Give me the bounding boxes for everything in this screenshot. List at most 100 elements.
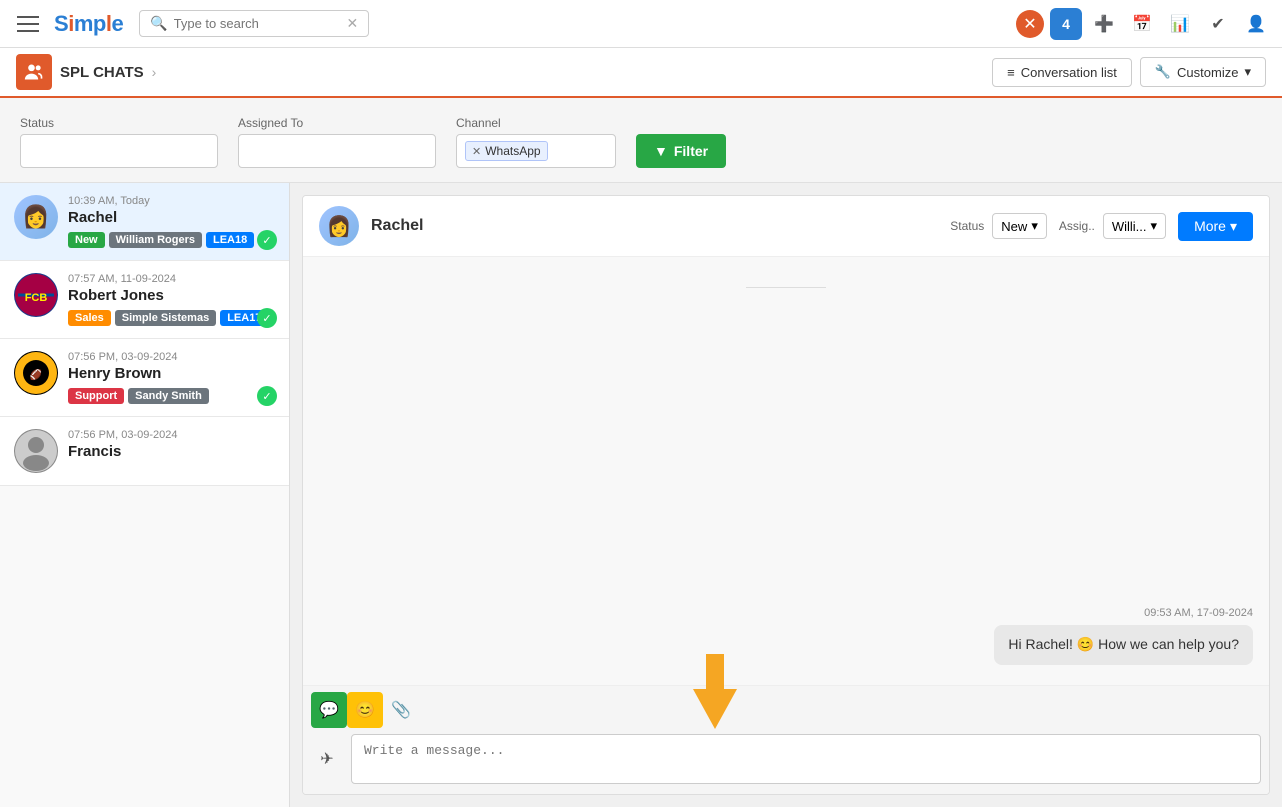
- hamburger-menu[interactable]: [10, 6, 46, 42]
- contact-time-henry: 07:56 PM, 03-09-2024: [68, 351, 275, 363]
- channel-tag: ✕ WhatsApp: [465, 141, 548, 161]
- tag-william-rogers: William Rogers: [109, 232, 202, 248]
- message-divider: [746, 287, 826, 288]
- app-logo: Simple: [54, 11, 123, 37]
- message-input[interactable]: [351, 734, 1261, 784]
- tag-lea18-rachel: LEA18: [206, 232, 254, 248]
- clear-search-icon[interactable]: ✕: [346, 15, 358, 32]
- whatsapp-badge-rachel: ✓: [257, 230, 277, 250]
- logo-text: Simple: [54, 11, 123, 37]
- badge-4-icon[interactable]: 4: [1050, 8, 1082, 40]
- filter-icon: ▼: [654, 143, 668, 159]
- contact-tags-henry: Support Sandy Smith: [68, 388, 275, 404]
- customize-button[interactable]: 🔧 Customize ▾: [1140, 57, 1266, 87]
- filter-label-text: Filter: [674, 143, 708, 159]
- emoji-button[interactable]: 😊: [347, 692, 383, 728]
- chat-area: 👩 Rachel Status New ▾ Assig.. Willi... ▾…: [302, 195, 1270, 795]
- contact-avatar-francis: [14, 429, 58, 473]
- breadcrumb-title: SPL CHATS: [60, 64, 144, 81]
- tag-sales-robert: Sales: [68, 310, 111, 326]
- chart-icon[interactable]: 📊: [1164, 8, 1196, 40]
- breadcrumb-arrow: ›: [152, 64, 157, 80]
- more-dropdown-arrow: ▾: [1230, 218, 1237, 235]
- contact-name-henry: Henry Brown: [68, 365, 275, 382]
- arrow-shaft: [706, 654, 724, 689]
- tag-support-henry: Support: [68, 388, 124, 404]
- filter-bar: Status Assigned To Channel ✕ WhatsApp ▼ …: [0, 98, 1282, 183]
- contact-time-rachel: 10:39 AM, Today: [68, 195, 275, 207]
- send-button[interactable]: ✈: [311, 743, 343, 775]
- chat-contact-avatar: 👩: [319, 206, 359, 246]
- status-column-label: Status: [950, 219, 984, 233]
- more-button[interactable]: More ▾: [1178, 212, 1253, 241]
- chat-status-group: Status New ▾: [950, 213, 1047, 239]
- contact-tags-robert: Sales Simple Sistemas LEA17: [68, 310, 275, 326]
- channel-tag-remove[interactable]: ✕: [472, 145, 481, 158]
- contact-time-robert: 07:57 AM, 11-09-2024: [68, 273, 275, 285]
- message-tab-button[interactable]: 💬: [311, 692, 347, 728]
- spl-chats-icon: [16, 54, 52, 90]
- assign-dropdown[interactable]: Willi... ▾: [1103, 213, 1166, 239]
- chat-assign-group: Assig.. Willi... ▾: [1059, 213, 1166, 239]
- contact-item-rachel[interactable]: 👩 10:39 AM, Today Rachel New William Rog…: [0, 183, 289, 261]
- tag-simple-sistemas: Simple Sistemas: [115, 310, 216, 326]
- contact-info-henry: 07:56 PM, 03-09-2024 Henry Brown Support…: [68, 351, 275, 404]
- breadcrumb-left: SPL CHATS ›: [16, 54, 156, 90]
- status-value: New: [1001, 219, 1027, 234]
- message-timestamp: 09:53 AM, 17-09-2024: [319, 607, 1253, 619]
- customize-label: Customize: [1177, 65, 1238, 80]
- user-icon[interactable]: 👤: [1240, 8, 1272, 40]
- add-icon[interactable]: ➕: [1088, 8, 1120, 40]
- chat-input-row: ✈: [303, 728, 1269, 794]
- contact-avatar-henry: 🏈: [14, 351, 58, 395]
- assign-value: Willi...: [1112, 219, 1147, 234]
- customize-arrow-icon: ▾: [1244, 64, 1251, 80]
- chat-input-toolbar: 💬 😊 📎: [303, 686, 1269, 728]
- filter-button[interactable]: ▼ Filter: [636, 134, 726, 168]
- whatsapp-badge-robert: ✓: [257, 308, 277, 328]
- whatsapp-badge-henry: ✓: [257, 386, 277, 406]
- channel-filter-input[interactable]: ✕ WhatsApp: [456, 134, 616, 168]
- chat-messages: 09:53 AM, 17-09-2024 Hi Rachel! 😊 How we…: [303, 257, 1269, 685]
- breadcrumb-right: ≡ Conversation list 🔧 Customize ▾: [992, 57, 1266, 87]
- contact-item-robert-jones[interactable]: FCB 07:57 AM, 11-09-2024 Robert Jones Sa…: [0, 261, 289, 339]
- check-icon[interactable]: ✔: [1202, 8, 1234, 40]
- status-dropdown-arrow: ▾: [1031, 218, 1038, 234]
- assigned-to-label: Assigned To: [238, 116, 436, 130]
- status-filter-label: Status: [20, 116, 218, 130]
- conversation-list-label: Conversation list: [1021, 65, 1117, 80]
- status-filter-input[interactable]: [20, 134, 218, 168]
- customize-icon: 🔧: [1155, 64, 1171, 80]
- navbar-icons: ✕ 4 ➕ 📅 📊 ✔ 👤: [1016, 8, 1272, 40]
- search-input[interactable]: [174, 16, 347, 31]
- contact-name-robert: Robert Jones: [68, 287, 275, 304]
- navbar: Simple 🔍 ✕ ✕ 4 ➕ 📅 📊 ✔ 👤: [0, 0, 1282, 48]
- attachment-button[interactable]: 📎: [383, 692, 419, 728]
- notification-icon[interactable]: ✕: [1016, 10, 1044, 38]
- contact-avatar-rachel: 👩: [14, 195, 58, 239]
- contact-info-robert: 07:57 AM, 11-09-2024 Robert Jones Sales …: [68, 273, 275, 326]
- contact-tags-rachel: New William Rogers LEA18: [68, 232, 275, 248]
- arrow-annotation: [693, 656, 737, 729]
- main-content: 👩 10:39 AM, Today Rachel New William Rog…: [0, 183, 1282, 807]
- chat-header: 👩 Rachel Status New ▾ Assig.. Willi... ▾…: [303, 196, 1269, 257]
- status-filter-group: Status: [20, 116, 218, 168]
- arrow-head: [693, 689, 737, 729]
- more-label: More: [1194, 218, 1226, 234]
- calendar-icon[interactable]: 📅: [1126, 8, 1158, 40]
- assign-column-label: Assig..: [1059, 219, 1095, 233]
- contact-avatar-robert: FCB: [14, 273, 58, 317]
- contact-item-henry-brown[interactable]: 🏈 07:56 PM, 03-09-2024 Henry Brown Suppo…: [0, 339, 289, 417]
- search-bar[interactable]: 🔍 ✕: [139, 10, 369, 37]
- channel-filter-group: Channel ✕ WhatsApp: [456, 116, 616, 168]
- contact-info-rachel: 10:39 AM, Today Rachel New William Roger…: [68, 195, 275, 248]
- status-dropdown[interactable]: New ▾: [992, 213, 1047, 239]
- chat-input-area: 💬 😊 📎 ✈: [303, 685, 1269, 794]
- conversation-list-button[interactable]: ≡ Conversation list: [992, 58, 1132, 87]
- tag-sandy-smith: Sandy Smith: [128, 388, 209, 404]
- channel-tag-label: WhatsApp: [485, 144, 540, 158]
- contact-info-francis: 07:56 PM, 03-09-2024 Francis: [68, 429, 275, 466]
- contact-item-francis[interactable]: 07:56 PM, 03-09-2024 Francis: [0, 417, 289, 486]
- assigned-to-input[interactable]: [238, 134, 436, 168]
- list-icon: ≡: [1007, 65, 1015, 80]
